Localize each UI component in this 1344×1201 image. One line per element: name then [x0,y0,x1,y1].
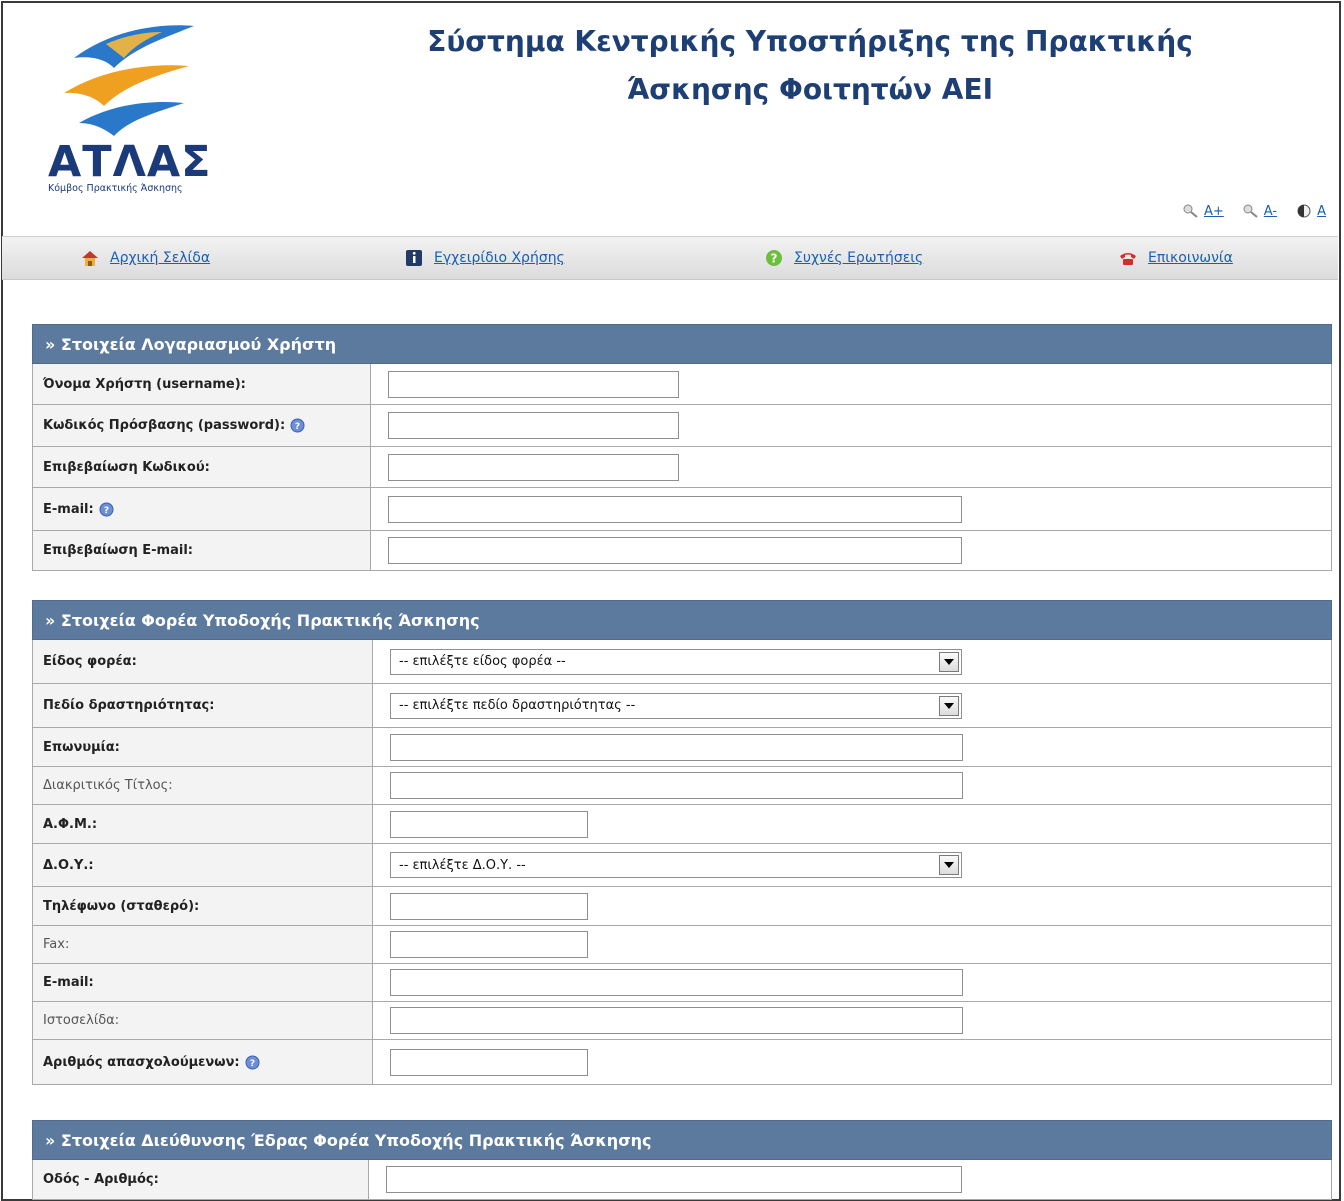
distinctive-title-input[interactable] [390,772,963,799]
info-icon [406,250,422,266]
field-label: Επωνυμία: [33,728,373,766]
tax-office-selected: -- επιλέξτε Δ.Ο.Υ. -- [399,857,526,873]
nav-link-manual[interactable]: Εγχειρίδιο Χρήσης [434,250,565,266]
form-row: Επιβεβαίωση Κωδικού: [32,447,1332,488]
form-row: Τηλέφωνο (σταθερό): [32,887,1332,926]
form-row: Δ.Ο.Υ.: -- επιλέξτε Δ.Ο.Υ. -- [32,844,1332,887]
chevron-down-icon[interactable] [939,695,959,716]
logo-wordmark: ΑΤΛΑΣ [48,137,212,187]
org-type-selected: -- επιλέξτε είδος φορέα -- [399,654,566,669]
nav-item-faq[interactable]: ? Συχνές Ερωτήσεις [764,248,923,268]
field-label: Οδός - Αριθμός: [33,1160,369,1199]
form-row: Αριθμός απασχολούμενων: ? [32,1040,1332,1085]
section-header: » Στοιχεία Διεύθυνσης Έδρας Φορέα Υποδοχ… [32,1120,1332,1160]
field-label: Κωδικός Πρόσβασης (password): ? [33,405,371,446]
accessibility-controls: A+ A- A [1182,203,1326,219]
section-address: » Στοιχεία Διεύθυνσης Έδρας Φορέα Υποδοχ… [32,1120,1332,1200]
password-input[interactable] [388,412,679,439]
form-row: Είδος φορέα: -- επιλέξτε είδος φορέα -- [32,640,1332,684]
field-label: Fax: [33,926,373,963]
field-label: Είδος φορέα: [33,640,373,683]
page-title: Σύστημα Κεντρικής Υποστήριξης της Πρακτι… [330,18,1290,114]
fax-input[interactable] [390,931,588,958]
activity-field-selected: -- επιλέξτε πεδίο δραστηριότητας -- [399,698,636,713]
form-row: Κωδικός Πρόσβασης (password): ? [32,405,1332,447]
field-label: Αριθμός απασχολούμενων: ? [33,1040,373,1084]
form-row: Οδός - Αριθμός: [32,1160,1332,1200]
logo-subtitle: Κόμβος Πρακτικής Άσκησης [48,183,183,194]
chevron-down-icon[interactable] [939,855,959,875]
chevron-down-icon[interactable] [939,651,959,672]
field-label: Επιβεβαίωση E-mail: [33,531,371,570]
field-label: E-mail: ? [33,488,371,530]
section-host-organization: » Στοιχεία Φορέα Υποδοχής Πρακτικής Άσκη… [32,600,1332,1085]
font-decrease-link[interactable]: A- [1264,204,1277,219]
svg-text:?: ? [250,1059,255,1069]
field-label: Επιβεβαίωση Κωδικού: [33,447,371,487]
field-label: Όνομα Χρήστη (username): [33,364,371,404]
title-line-1: Σύστημα Κεντρικής Υποστήριξης της Πρακτι… [427,25,1193,58]
title-line-2: Άσκησης Φοιτητών ΑΕΙ [626,73,994,106]
svg-text:?: ? [104,506,109,516]
nav-item-manual[interactable]: Εγχειρίδιο Χρήσης [404,248,565,268]
magnifier-icon [1243,204,1258,218]
form-row: Όνομα Χρήστη (username): [32,364,1332,405]
afm-input[interactable] [390,810,588,838]
help-icon[interactable]: ? [290,418,305,433]
section-user-account: » Στοιχεία Λογαριασμού Χρήστη Όνομα Χρήσ… [32,324,1332,571]
contrast-icon [1297,204,1311,218]
form-row: Επιβεβαίωση E-mail: [32,531,1332,571]
confirm-password-input[interactable] [388,453,679,481]
field-label: Α.Φ.Μ.: [33,805,373,843]
help-icon[interactable]: ? [99,502,114,517]
form-row: Πεδίο δραστηριότητας: -- επιλέξτε πεδίο … [32,684,1332,728]
form-row: Fax: [32,926,1332,964]
svg-text:?: ? [771,252,778,266]
field-label: E-mail: [33,964,373,1001]
phone-input[interactable] [390,892,588,920]
magnifier-icon [1183,204,1198,218]
contrast-link[interactable]: A [1317,204,1326,219]
form-row: Επωνυμία: [32,728,1332,767]
password-label: Κωδικός Πρόσβασης (password): [43,418,286,433]
section-header: » Στοιχεία Φορέα Υποδοχής Πρακτικής Άσκη… [32,600,1332,640]
confirm-email-input[interactable] [388,537,962,564]
field-label: Τηλέφωνο (σταθερό): [33,887,373,925]
form-row: Διακριτικός Τίτλος: [32,767,1332,805]
street-input[interactable] [386,1166,962,1193]
nav-item-contact[interactable]: Επικοινωνία [1118,248,1233,268]
website-input[interactable] [390,1007,963,1034]
home-icon [82,251,98,266]
field-label: Ιστοσελίδα: [33,1002,373,1039]
form-row: Α.Φ.Μ.: [32,805,1332,844]
font-increase-link[interactable]: A+ [1204,204,1224,219]
phone-icon [1120,253,1136,265]
form-row: Ιστοσελίδα: [32,1002,1332,1040]
activity-field-select[interactable]: -- επιλέξτε πεδίο δραστηριότητας -- [390,692,962,719]
tax-office-select[interactable]: -- επιλέξτε Δ.Ο.Υ. -- [390,852,962,878]
company-name-input[interactable] [390,733,963,761]
top-nav: Αρχική Σελίδα Εγχειρίδιο Χρήσης ? Συχνές… [2,236,1338,280]
section-header: » Στοιχεία Λογαριασμού Χρήστη [32,324,1332,364]
org-email-input[interactable] [390,969,963,996]
email-input[interactable] [388,495,962,523]
field-label: Δ.Ο.Υ.: [33,844,373,886]
form-row: E-mail: ? [32,488,1332,531]
nav-link-faq[interactable]: Συχνές Ερωτήσεις [794,250,923,266]
org-type-select[interactable]: -- επιλέξτε είδος φορέα -- [390,648,962,675]
employees-label: Αριθμός απασχολούμενων: [43,1054,240,1070]
field-label: Πεδίο δραστηριότητας: [33,684,373,727]
nav-link-contact[interactable]: Επικοινωνία [1148,250,1233,266]
nav-link-home[interactable]: Αρχική Σελίδα [110,250,210,266]
username-input[interactable] [388,370,679,398]
form-row: E-mail: [32,964,1332,1002]
help-icon[interactable]: ? [245,1055,260,1070]
nav-item-home[interactable]: Αρχική Σελίδα [80,248,210,268]
svg-text:?: ? [295,422,300,432]
field-label: Διακριτικός Τίτλος: [33,767,373,804]
employees-input[interactable] [390,1048,588,1076]
question-icon: ? [766,250,782,266]
email-label: E-mail: [43,501,94,517]
